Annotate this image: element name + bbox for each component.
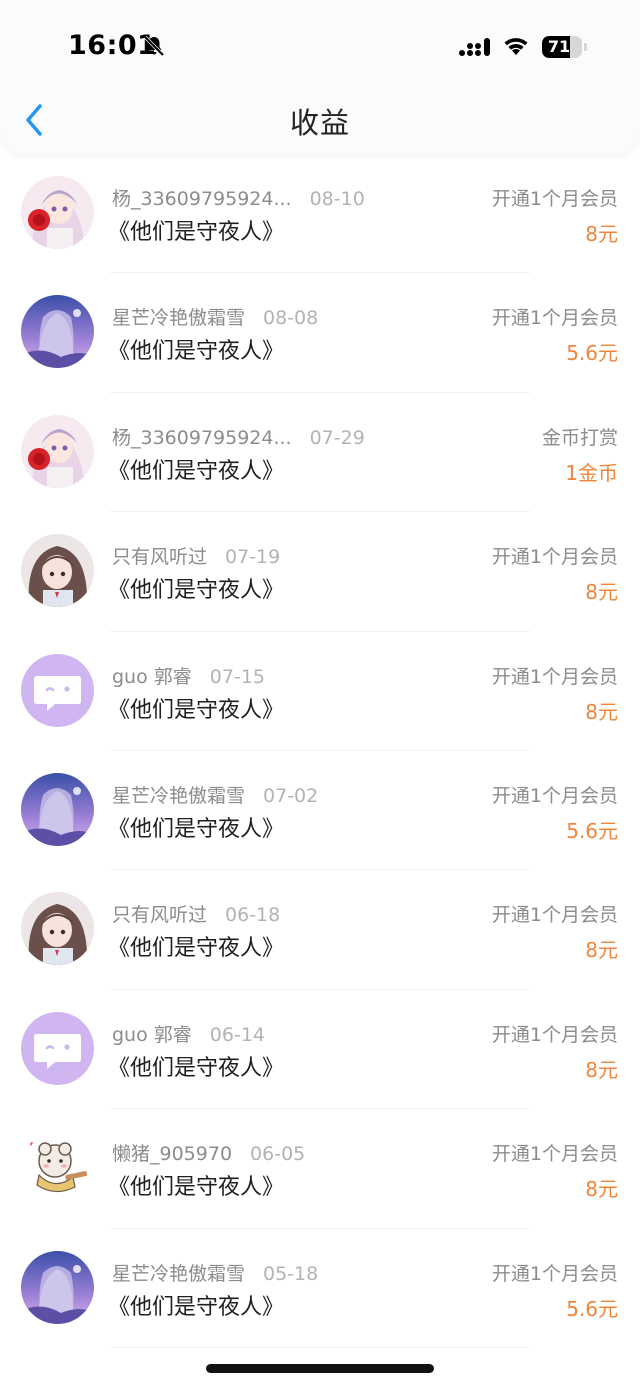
income-amount: 8元 <box>585 1177 618 1202</box>
user-name: 懒猪_905970 06-05 <box>112 1139 305 1166</box>
book-title: 《他们是守夜人》 <box>108 1175 285 1201</box>
income-row[interactable]: 只有风听过 07-19 《他们是守夜人》 开通1个月会员 8元 <box>0 512 640 632</box>
wifi-icon <box>504 38 528 55</box>
income-type: 开通1个月会员 <box>491 1262 618 1285</box>
record-date: 07-02 <box>263 784 319 807</box>
income-row[interactable]: 星芒冷艳傲霜雪 08-08 《他们是守夜人》 开通1个月会员 5.6元 <box>0 273 640 393</box>
income-amount: 8元 <box>585 580 618 605</box>
user-name: 星芒冷艳傲霜雪 08-08 <box>112 303 318 330</box>
record-date: 06-05 <box>250 1143 306 1166</box>
battery-icon: 71 <box>542 36 582 58</box>
avatar[interactable] <box>21 414 94 488</box>
user-name-text: 星芒冷艳傲霜雪 <box>112 784 246 807</box>
book-title: 《他们是守夜人》 <box>108 1294 285 1320</box>
avatar[interactable] <box>21 534 94 608</box>
income-amount: 5.6元 <box>566 818 618 843</box>
user-name: 只有风听过 06-18 <box>112 900 280 927</box>
battery-tip <box>584 43 587 51</box>
user-name-text: 杨_33609795924... <box>112 188 292 210</box>
income-type: 开通1个月会员 <box>491 784 618 807</box>
user-name-text: 懒猪_905970 <box>112 1143 233 1166</box>
user-name-text: 星芒冷艳傲霜雪 <box>112 307 246 330</box>
user-name-text: 星芒冷艳傲霜雪 <box>112 1262 246 1285</box>
book-title: 《他们是守夜人》 <box>108 458 285 484</box>
income-type: 金币打赏 <box>541 426 618 449</box>
income-row[interactable]: 星芒冷艳傲霜雪 05-18 《他们是守夜人》 开通1个月会员 5.6元 <box>0 1229 640 1348</box>
row-divider <box>110 1346 530 1348</box>
record-date: 08-10 <box>309 188 365 210</box>
user-name: 杨_33609795924... 07-29 <box>112 423 365 450</box>
avatar[interactable] <box>21 176 94 249</box>
user-name-text: 只有风听过 <box>112 546 208 569</box>
user-name-text: guo 郭睿 <box>112 665 192 688</box>
income-row[interactable]: 只有风听过 06-18 《他们是守夜人》 开通1个月会员 8元 <box>0 870 640 990</box>
book-title: 《他们是守夜人》 <box>108 578 285 604</box>
user-name: 只有风听过 07-19 <box>112 542 280 569</box>
income-type: 开通1个月会员 <box>491 904 618 927</box>
income-type: 开通1个月会员 <box>491 546 618 569</box>
book-title: 《他们是守夜人》 <box>108 220 285 245</box>
income-type: 开通1个月会员 <box>491 665 618 688</box>
income-type: 开通1个月会员 <box>491 188 618 210</box>
income-row[interactable]: 星芒冷艳傲霜雪 07-02 《他们是守夜人》 开通1个月会员 5.6元 <box>0 751 640 871</box>
page-title: 收益 <box>289 106 350 140</box>
income-type: 开通1个月会员 <box>491 1143 618 1166</box>
user-name-text: 只有风听过 <box>112 904 208 927</box>
income-type: 开通1个月会员 <box>491 307 618 330</box>
book-title: 《他们是守夜人》 <box>108 339 285 365</box>
avatar[interactable] <box>21 653 94 727</box>
income-amount: 8元 <box>585 222 618 246</box>
income-row[interactable]: 懒猪_905970 06-05 《他们是守夜人》 开通1个月会员 8元 <box>0 1109 640 1229</box>
income-amount: 8元 <box>585 1057 618 1082</box>
income-row[interactable]: 杨_33609795924... 08-10 《他们是守夜人》 开通1个月会员 8元 <box>0 154 640 274</box>
record-date: 08-08 <box>263 307 319 330</box>
avatar[interactable] <box>21 1131 94 1205</box>
record-date: 07-15 <box>209 665 265 688</box>
user-name: 星芒冷艳傲霜雪 05-18 <box>112 1259 318 1286</box>
income-amount: 5.6元 <box>566 341 618 366</box>
record-date: 06-18 <box>225 904 281 927</box>
income-type: 开通1个月会员 <box>491 1023 618 1046</box>
avatar[interactable] <box>21 1011 94 1085</box>
top-bar: 16:01 71 收益 <box>0 0 640 154</box>
income-row[interactable]: guo 郭睿 06-14 《他们是守夜人》 开通1个月会员 8元 <box>0 990 640 1110</box>
book-title: 《他们是守夜人》 <box>108 936 285 962</box>
user-name-text: 杨_33609795924... <box>112 426 292 449</box>
user-name: guo 郭睿 06-14 <box>112 1020 265 1047</box>
income-amount: 8元 <box>585 699 618 724</box>
income-amount: 8元 <box>585 938 618 963</box>
record-date: 06-14 <box>209 1023 265 1046</box>
user-name: 杨_33609795924... 08-10 <box>112 184 365 211</box>
record-date: 07-19 <box>225 546 281 569</box>
book-title: 《他们是守夜人》 <box>108 1055 285 1081</box>
battery-percent: 71 <box>547 37 571 56</box>
book-title: 《他们是守夜人》 <box>108 816 285 842</box>
user-name-text: guo 郭睿 <box>112 1023 192 1046</box>
avatar[interactable] <box>21 772 94 846</box>
income-list: 杨_33609795924... 08-10 《他们是守夜人》 开通1个月会员 8元 星芒… <box>0 154 640 1348</box>
income-row[interactable]: 杨_33609795924... 07-29 《他们是守夜人》 金币打赏 1金币 <box>0 393 640 513</box>
income-amount: 1金币 <box>565 460 618 485</box>
user-name: guo 郭睿 07-15 <box>112 662 265 689</box>
user-name: 星芒冷艳傲霜雪 07-02 <box>112 781 318 808</box>
income-row[interactable]: guo 郭睿 07-15 《他们是守夜人》 开通1个月会员 8元 <box>0 632 640 751</box>
cellular-signal-icon <box>459 38 490 56</box>
income-amount: 5.6元 <box>566 1296 618 1321</box>
record-date: 05-18 <box>263 1262 319 1285</box>
avatar[interactable] <box>21 892 94 966</box>
book-title: 《他们是守夜人》 <box>108 697 285 723</box>
avatar[interactable] <box>21 295 94 369</box>
avatar[interactable] <box>21 1250 94 1324</box>
bell-muted-icon <box>143 35 165 57</box>
home-indicator <box>206 1364 434 1373</box>
record-date: 07-29 <box>309 426 365 449</box>
